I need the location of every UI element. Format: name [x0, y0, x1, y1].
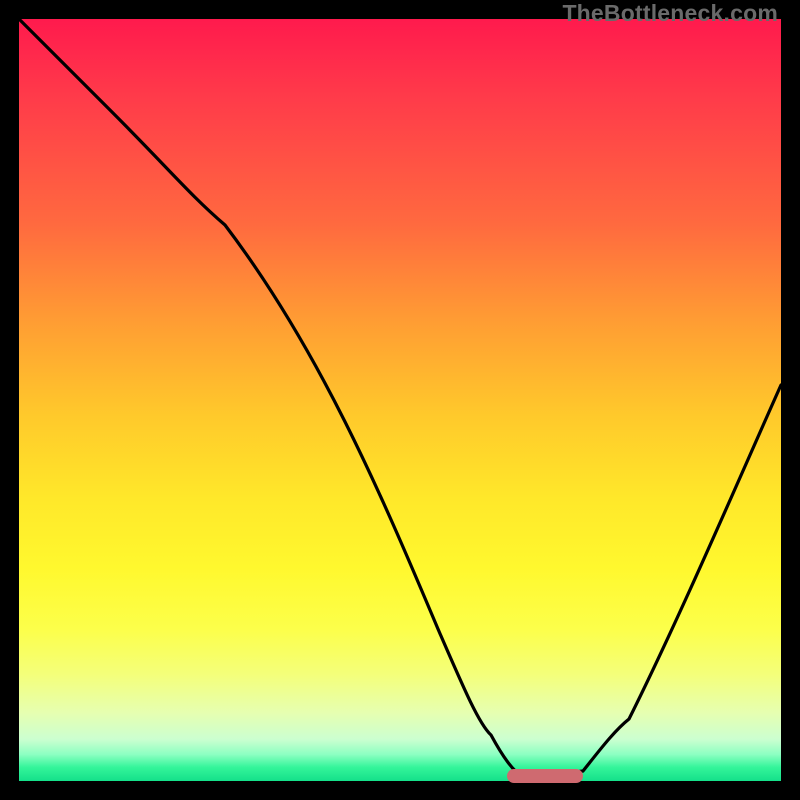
- curve-path: [19, 19, 781, 781]
- watermark-text: TheBottleneck.com: [562, 0, 778, 27]
- chart-plot-area: [19, 19, 781, 781]
- optimal-range-marker: [507, 769, 583, 783]
- bottleneck-curve: [19, 19, 781, 781]
- chart-frame: TheBottleneck.com: [0, 0, 800, 800]
